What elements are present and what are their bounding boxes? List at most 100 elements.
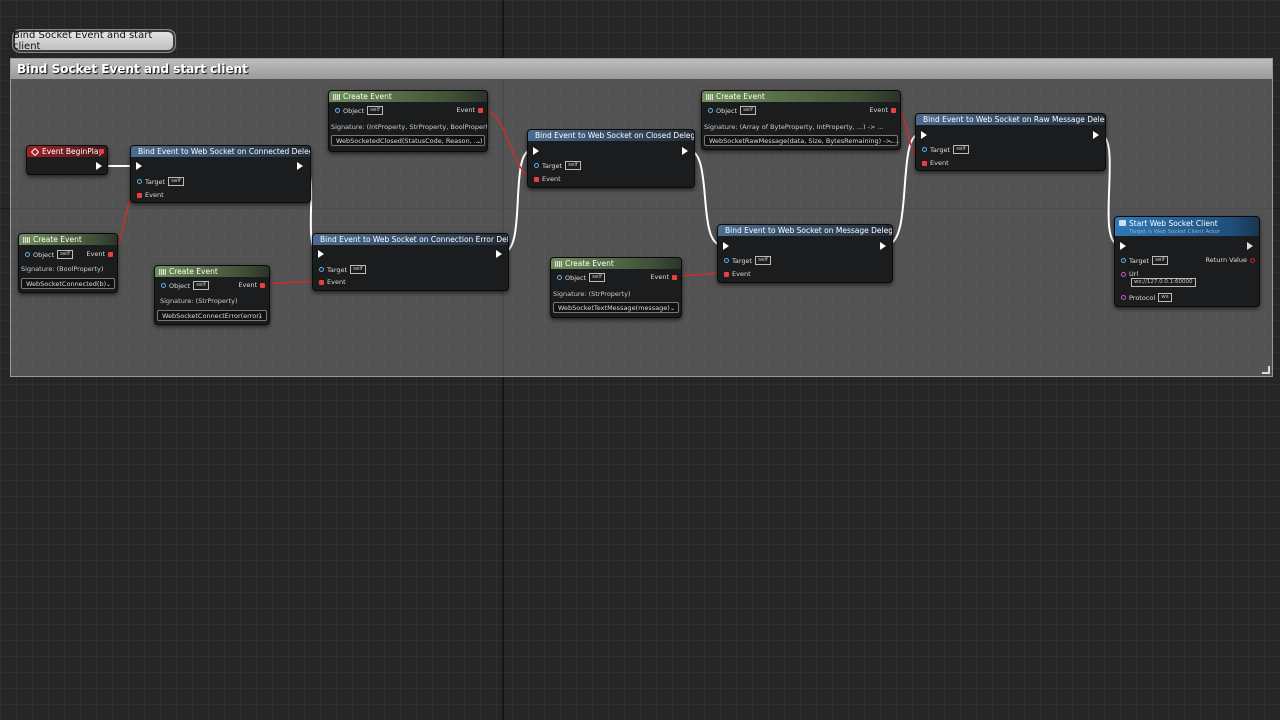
- exec-out-pin[interactable]: [682, 147, 688, 155]
- target-pin[interactable]: [137, 179, 142, 184]
- exec-in-pin[interactable]: [1120, 242, 1126, 250]
- object-pin[interactable]: [25, 252, 30, 257]
- pin-label: Event: [327, 278, 346, 286]
- create-event-closed-node[interactable]: Create Event Object self Event Signature:…: [328, 90, 488, 152]
- function-dropdown[interactable]: WebSocketTextMessage(message) ⌄: [553, 302, 679, 313]
- exec-in-pin[interactable]: [318, 250, 324, 258]
- url-pin[interactable]: [1121, 271, 1126, 277]
- bind-closed-node[interactable]: Bind Event to Web Socket on Closed Deleg…: [527, 129, 695, 188]
- event-out-pin[interactable]: [108, 251, 113, 257]
- protocol-pin[interactable]: [1121, 295, 1126, 300]
- pin-label: Event: [650, 273, 669, 281]
- resize-grip[interactable]: [1262, 366, 1270, 374]
- chevron-down-icon: ⌄: [475, 138, 481, 145]
- exec-in-pin[interactable]: [533, 147, 539, 155]
- create-event-icon: [23, 236, 30, 243]
- pin-label: Url: [1129, 270, 1139, 278]
- exec-out-pin[interactable]: [496, 250, 502, 258]
- exec-out-pin[interactable]: [1093, 131, 1099, 139]
- pin-label: Event: [930, 159, 949, 167]
- exec-out-pin[interactable]: [1247, 242, 1253, 250]
- event-out-pin[interactable]: [891, 107, 896, 113]
- node-title: Bind Event to Web Socket on Connection E…: [320, 235, 509, 244]
- create-event-icon: [333, 93, 340, 100]
- node-title: Bind Event to Web Socket on Connected De…: [138, 147, 311, 156]
- pin-label: Event: [732, 270, 751, 278]
- create-event-message-node[interactable]: Create Event Object self Event Signature:…: [550, 257, 682, 318]
- target-pin[interactable]: [922, 147, 927, 152]
- event-out-pin[interactable]: [260, 282, 265, 288]
- node-title: Bind Event to Web Socket on Closed Deleg…: [535, 131, 695, 140]
- function-dropdown[interactable]: WebSocketedClosed(StatusCode, Reason, ..…: [331, 135, 485, 146]
- target-value[interactable]: self: [755, 256, 771, 265]
- exec-in-pin[interactable]: [136, 162, 142, 170]
- object-pin[interactable]: [335, 108, 340, 113]
- event-out-pin[interactable]: [478, 107, 483, 113]
- event-pin[interactable]: [137, 192, 142, 198]
- comment-box[interactable]: Bind Socket Event and start client: [10, 58, 1273, 377]
- bind-connected-node[interactable]: Bind Event to Web Socket on Connected De…: [130, 145, 311, 203]
- exec-in-pin[interactable]: [921, 131, 927, 139]
- pin-label: Target: [930, 145, 951, 154]
- pin-label: Object: [33, 250, 55, 259]
- target-value[interactable]: self: [953, 145, 969, 154]
- pin-label: Object: [565, 273, 587, 282]
- event-pin[interactable]: [534, 176, 539, 182]
- pin-label: Object: [343, 106, 365, 115]
- exec-out-pin[interactable]: [297, 162, 303, 170]
- target-pin[interactable]: [534, 163, 539, 168]
- protocol-input[interactable]: ws: [1158, 293, 1172, 302]
- exec-out-pin[interactable]: [96, 162, 102, 170]
- event-pin[interactable]: [922, 160, 927, 166]
- dropdown-value: WebSocketConnected(b): [26, 280, 107, 288]
- start-client-node[interactable]: Start Web Socket Client Target is Web So…: [1114, 216, 1260, 307]
- exec-out-pin[interactable]: [880, 242, 886, 250]
- bind-error-node[interactable]: Bind Event to Web Socket on Connection E…: [312, 233, 509, 291]
- target-value[interactable]: self: [168, 177, 184, 186]
- function-dropdown[interactable]: WebSocketConnectError(error) ⌄: [157, 310, 267, 321]
- object-value[interactable]: self: [57, 250, 73, 259]
- pin-label: Protocol: [1129, 293, 1156, 302]
- url-input[interactable]: ws://127.0.0.1:60000: [1131, 278, 1196, 287]
- bind-raw-node[interactable]: Bind Event to Web Socket on Raw Message …: [915, 113, 1106, 171]
- target-value[interactable]: self: [1152, 256, 1168, 265]
- signature-text: Signature: (StrProperty): [160, 297, 238, 305]
- object-pin[interactable]: [557, 275, 562, 280]
- node-subtitle: Target is Web Socket Client Actor: [1129, 229, 1220, 235]
- target-value[interactable]: self: [350, 265, 366, 274]
- target-value[interactable]: self: [565, 161, 581, 170]
- pin-label: Event: [238, 281, 257, 289]
- event-pin[interactable]: [319, 279, 324, 285]
- create-event-connected-node[interactable]: Create Event Object self Event Signature:…: [18, 233, 118, 293]
- target-pin[interactable]: [1121, 258, 1126, 263]
- return-value-pin[interactable]: [1250, 257, 1255, 263]
- pin-label: Event: [145, 191, 164, 199]
- dropdown-value: WebSocketRawMessage(data, Size, BytesRem…: [709, 137, 900, 145]
- object-pin[interactable]: [708, 108, 713, 113]
- object-pin[interactable]: [161, 283, 166, 288]
- event-beginplay-node[interactable]: Event BeginPlay: [26, 145, 108, 175]
- comment-title[interactable]: Bind Socket Event and start client: [11, 59, 1272, 79]
- event-out-pin[interactable]: [672, 274, 677, 280]
- exec-in-pin[interactable]: [723, 242, 729, 250]
- pin-label: Event: [456, 106, 475, 114]
- pin-label: Target: [542, 161, 563, 170]
- event-pin[interactable]: [724, 271, 729, 277]
- target-pin[interactable]: [319, 267, 324, 272]
- delegate-out-pin[interactable]: [99, 149, 104, 154]
- function-dropdown[interactable]: WebSocketRawMessage(data, Size, BytesRem…: [704, 135, 900, 146]
- pin-label: Event: [869, 106, 888, 114]
- bind-message-node[interactable]: Bind Event to Web Socket on Message Dele…: [717, 224, 893, 283]
- object-value[interactable]: self: [740, 106, 756, 115]
- create-event-raw-node[interactable]: Create Event Object self Event Signature:…: [701, 90, 901, 150]
- create-event-error-node[interactable]: Create Event Object self Event Signature:…: [154, 265, 270, 325]
- object-value[interactable]: self: [589, 273, 605, 282]
- target-pin[interactable]: [724, 258, 729, 263]
- function-dropdown[interactable]: WebSocketConnected(b) ⌄: [21, 278, 115, 289]
- object-value[interactable]: self: [193, 281, 209, 290]
- pin-label: Target: [732, 256, 753, 265]
- object-value[interactable]: self: [367, 106, 383, 115]
- node-title: Create Event: [716, 92, 765, 101]
- comment-bubble[interactable]: Bind Socket Event and start client: [12, 29, 176, 53]
- signature-text: Signature: (Array of ByteProperty, IntPr…: [704, 123, 884, 131]
